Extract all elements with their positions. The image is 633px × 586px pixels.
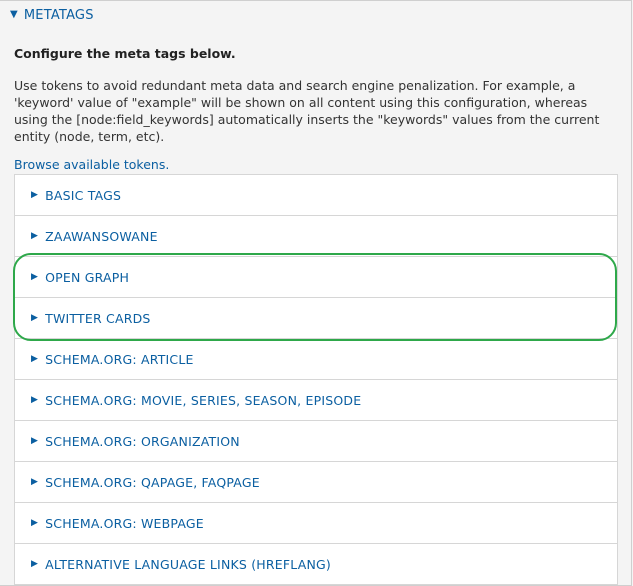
triangle-right-icon: ▶: [31, 436, 39, 446]
browse-tokens-link[interactable]: Browse available tokens.: [14, 157, 169, 172]
group-basic-tags[interactable]: ▶ BASIC TAGS: [15, 175, 617, 216]
group-open-graph[interactable]: ▶ OPEN GRAPH: [15, 257, 617, 298]
triangle-right-icon: ▶: [31, 395, 39, 405]
metatags-summary-label: METATAGS: [23, 7, 94, 23]
triangle-right-icon: ▶: [31, 559, 39, 569]
triangle-right-icon: ▶: [31, 231, 39, 241]
group-label: SCHEMA.ORG: QAPAGE, FAQPAGE: [45, 474, 260, 490]
triangle-down-icon: ▼: [10, 8, 18, 20]
group-label: ZAAWANSOWANE: [45, 228, 158, 244]
metatags-description: Use tokens to avoid redundant meta data …: [14, 78, 600, 144]
triangle-right-icon: ▶: [31, 477, 39, 487]
group-label: TWITTER CARDS: [45, 310, 151, 326]
group-schema-movie[interactable]: ▶ SCHEMA.ORG: MOVIE, SERIES, SEASON, EPI…: [15, 380, 617, 421]
metatags-details: ▼ METATAGS Configure the meta tags below…: [0, 0, 632, 586]
group-label: SCHEMA.ORG: MOVIE, SERIES, SEASON, EPISO…: [45, 392, 362, 408]
group-label: BASIC TAGS: [45, 187, 122, 203]
triangle-right-icon: ▶: [31, 354, 39, 364]
group-label: SCHEMA.ORG: ARTICLE: [45, 351, 194, 367]
group-twitter-cards[interactable]: ▶ TWITTER CARDS: [15, 298, 617, 339]
group-schema-organization[interactable]: ▶ SCHEMA.ORG: ORGANIZATION: [15, 421, 617, 462]
group-label: OPEN GRAPH: [45, 269, 130, 285]
metatag-groups-list: ▶ BASIC TAGS ▶ ZAAWANSOWANE ▶ OPEN GRAPH…: [14, 174, 618, 585]
group-schema-article[interactable]: ▶ SCHEMA.ORG: ARTICLE: [15, 339, 617, 380]
triangle-right-icon: ▶: [31, 313, 39, 323]
configure-title: Configure the meta tags below.: [14, 46, 236, 61]
triangle-right-icon: ▶: [31, 272, 39, 282]
group-hreflang[interactable]: ▶ ALTERNATIVE LANGUAGE LINKS (HREFLANG): [15, 544, 617, 585]
group-label: SCHEMA.ORG: ORGANIZATION: [45, 433, 240, 449]
group-label: SCHEMA.ORG: WEBPAGE: [45, 515, 204, 531]
metatags-summary-toggle[interactable]: ▼ METATAGS: [10, 6, 94, 24]
group-zaawansowane[interactable]: ▶ ZAAWANSOWANE: [15, 216, 617, 257]
triangle-right-icon: ▶: [31, 518, 39, 528]
group-label: ALTERNATIVE LANGUAGE LINKS (HREFLANG): [45, 556, 331, 572]
group-schema-webpage[interactable]: ▶ SCHEMA.ORG: WEBPAGE: [15, 503, 617, 544]
triangle-right-icon: ▶: [31, 190, 39, 200]
group-schema-qapage[interactable]: ▶ SCHEMA.ORG: QAPAGE, FAQPAGE: [15, 462, 617, 503]
